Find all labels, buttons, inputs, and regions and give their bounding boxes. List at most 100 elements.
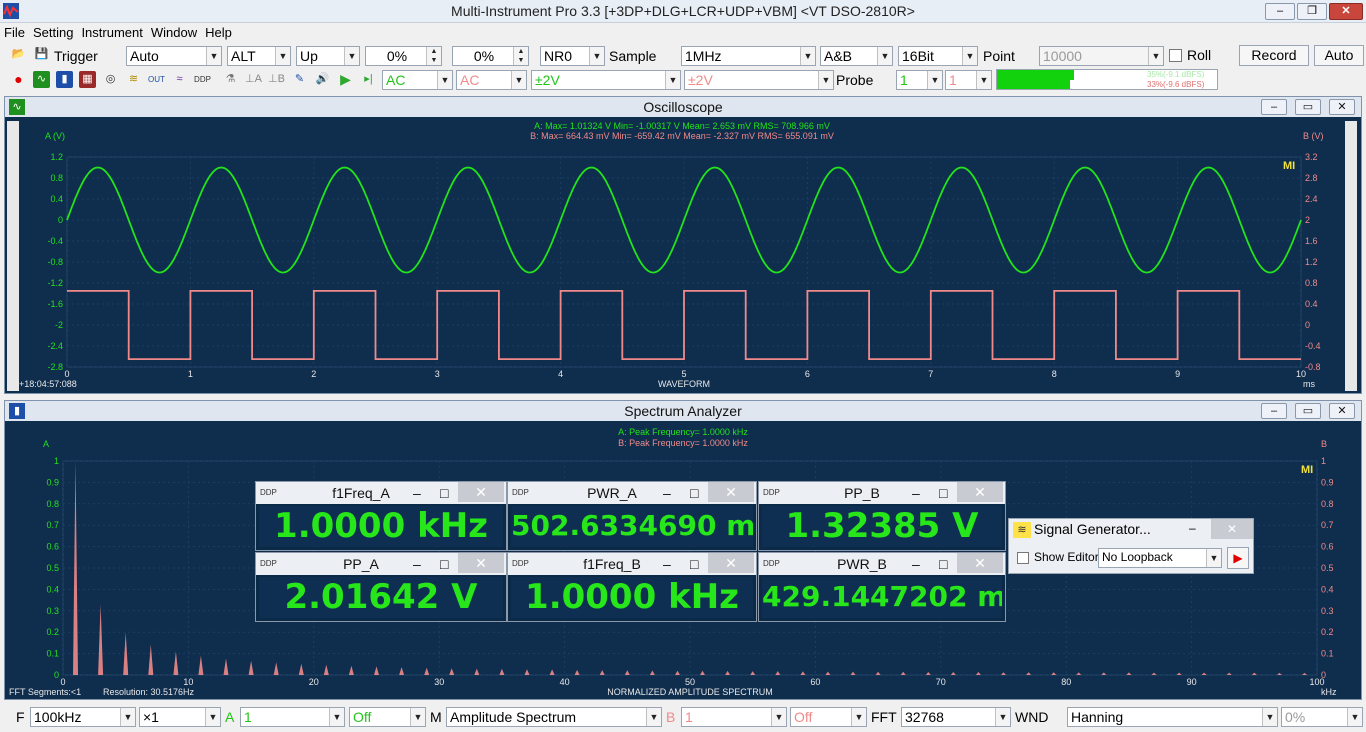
channel-a-marker-icon[interactable]: ⊥A [245, 71, 262, 88]
close-button[interactable]: ✕ [1329, 3, 1363, 20]
coupling-a-select[interactable]: AC ▼ [382, 70, 453, 90]
signal-generator-icon[interactable]: ≋ [125, 71, 142, 88]
record-dot-icon[interactable]: ● [10, 71, 27, 88]
sg-minimize-button[interactable]: – [1189, 521, 1196, 535]
loopback-select[interactable]: No Loopback ▼ [1098, 548, 1222, 568]
menu-instrument[interactable]: Instrument [77, 23, 146, 40]
channel-select[interactable]: A&B ▼ [820, 46, 893, 66]
sample-rate-select[interactable]: 1MHz ▼ [681, 46, 816, 66]
trigger-edge-select[interactable]: Up ▼ [296, 46, 360, 66]
average-b-select[interactable]: 1 ▼ [681, 707, 787, 727]
spectrum-mode-select[interactable]: Amplitude Spectrum ▼ [446, 707, 662, 727]
meter-close-button[interactable]: ✕ [957, 482, 1003, 502]
probe-a-select[interactable]: 1 ▼ [896, 70, 943, 90]
noise-reduction-select[interactable]: NR0 ▼ [540, 46, 605, 66]
ddp-icon[interactable]: DDP [194, 71, 211, 88]
menu-help[interactable]: Help [201, 23, 236, 40]
restore-button[interactable]: ❐ [1297, 3, 1327, 20]
frequency-range-select[interactable]: 100kHz ▼ [30, 707, 136, 727]
range-a-select[interactable]: ±2V ▼ [531, 70, 681, 90]
meter-minimize-button[interactable]: – [912, 553, 920, 575]
trigger-mode-select[interactable]: Auto ▼ [126, 46, 222, 66]
osc-left-scrollbar[interactable] [7, 121, 19, 391]
y-left-tick: -0.8 [47, 257, 63, 267]
probe-b-select[interactable]: 1 ▼ [945, 70, 992, 90]
device-test-plan-icon[interactable]: OUT [148, 71, 165, 88]
average-a-select[interactable]: 1 ▼ [240, 707, 345, 727]
sg-play-button[interactable]: ▶ [1227, 547, 1249, 569]
meter-title-bar: DDP f1Freq_B – □ ✕ [508, 553, 756, 575]
trigger-level-spinner[interactable]: 0% ▲ ▼ [365, 46, 442, 66]
y-left-tick: 0 [58, 215, 63, 225]
fft-size-select[interactable]: 32768 ▼ [901, 707, 1011, 727]
y-right-tick: 2 [1305, 215, 1310, 225]
phase-plot-icon[interactable]: ◎ [102, 71, 119, 88]
overlap-select[interactable]: 0% ▼ [1281, 707, 1363, 727]
meter-close-button[interactable]: ✕ [957, 553, 1003, 573]
meter-maximize-button[interactable]: □ [690, 482, 698, 504]
multimeter-icon[interactable]: ▦ [79, 71, 96, 88]
menu-file[interactable]: File [0, 23, 29, 40]
meter-close-button[interactable]: ✕ [708, 482, 754, 502]
oscilloscope-plot[interactable]: A: Max= 1.01324 V Min= -1.00317 V Mean= … [19, 119, 1345, 391]
calibrate-icon[interactable]: ⚗ [222, 71, 239, 88]
y-right-tick: 1.6 [1305, 236, 1318, 246]
point-select[interactable]: 10000 ▼ [1039, 46, 1164, 66]
trigger-position-spinner[interactable]: 0% ▲ ▼ [452, 46, 529, 66]
meter-close-button[interactable]: ✕ [708, 553, 754, 573]
meter-title: PP_A [343, 556, 379, 572]
peak-hold-b-select[interactable]: Off ▼ [790, 707, 867, 727]
spectrum-analyzer-icon[interactable]: ▮ [56, 71, 73, 88]
y-right-tick: 0.3 [1321, 606, 1334, 616]
trigger-source-select[interactable]: ALT ▼ [227, 46, 291, 66]
x-tick: 50 [685, 677, 695, 687]
menu-setting[interactable]: Setting [29, 23, 77, 40]
spec-minimize-button[interactable]: – [1261, 403, 1287, 419]
meter-maximize-button[interactable]: □ [440, 553, 448, 575]
channel-b-marker-icon[interactable]: ⊥B [268, 71, 285, 88]
sg-close-button[interactable]: ✕ [1211, 519, 1253, 539]
osc-minimize-button[interactable]: – [1261, 99, 1287, 115]
meter-window: DDP PWR_A –□ ✕ 502.6334690 mW [507, 481, 757, 551]
window-function-select[interactable]: Hanning ▼ [1067, 707, 1278, 727]
bit-depth-select[interactable]: 16Bit ▼ [898, 46, 978, 66]
spectrogram-icon[interactable]: ≈ [171, 71, 188, 88]
spec-close-button[interactable]: ✕ [1329, 403, 1355, 419]
meter-minimize-button[interactable]: – [912, 482, 920, 504]
osc-maximize-button[interactable]: ▭ [1295, 99, 1321, 115]
zoom-select[interactable]: ×1 ▼ [139, 707, 221, 727]
oscilloscope-title: Oscilloscope [643, 99, 723, 115]
peak-hold-a-select[interactable]: Off ▼ [349, 707, 426, 727]
toolbar-trigger: 📂 💾 Trigger Auto ▼ ALT ▼ Up ▼ 0% ▲ ▼ 0% ▲ ▼ NR0… [0, 44, 1366, 68]
open-folder-icon[interactable]: 📂 [10, 46, 27, 63]
minimize-button[interactable]: – [1265, 3, 1295, 20]
meter-minimize-button[interactable]: – [663, 482, 671, 504]
meter-maximize-button[interactable]: □ [440, 482, 448, 504]
step-start-icon[interactable]: ▸| [360, 71, 377, 88]
meter-close-button[interactable]: ✕ [458, 553, 504, 573]
y-right-tick: 0.4 [1305, 299, 1318, 309]
meter-maximize-button[interactable]: □ [939, 553, 947, 575]
osc-close-button[interactable]: ✕ [1329, 99, 1355, 115]
record-button[interactable]: Record [1239, 45, 1309, 66]
meter-close-button[interactable]: ✕ [458, 482, 504, 502]
meter-minimize-button[interactable]: – [413, 482, 421, 504]
auto-button[interactable]: Auto [1314, 45, 1364, 66]
menu-window[interactable]: Window [147, 23, 201, 40]
roll-checkbox[interactable] [1169, 49, 1182, 62]
meter-maximize-button[interactable]: □ [690, 553, 698, 575]
meter-title-bar: DDP PWR_B – □ ✕ [759, 553, 1005, 575]
oscilloscope-icon[interactable]: ∿ [33, 71, 50, 88]
show-editor-checkbox[interactable] [1017, 552, 1029, 564]
meter-minimize-button[interactable]: – [663, 553, 671, 575]
meter-maximize-button[interactable]: □ [939, 482, 947, 504]
speaker-icon[interactable]: 🔊 [314, 71, 331, 88]
osc-right-scrollbar[interactable] [1345, 121, 1357, 391]
probe-tool-icon[interactable]: ✎ [291, 71, 308, 88]
start-icon[interactable]: ▶ [337, 71, 354, 88]
meter-minimize-button[interactable]: – [413, 553, 421, 575]
save-icon[interactable]: 💾 [33, 46, 50, 63]
range-b-select[interactable]: ±2V ▼ [684, 70, 834, 90]
spec-maximize-button[interactable]: ▭ [1295, 403, 1321, 419]
coupling-b-select[interactable]: AC ▼ [456, 70, 527, 90]
